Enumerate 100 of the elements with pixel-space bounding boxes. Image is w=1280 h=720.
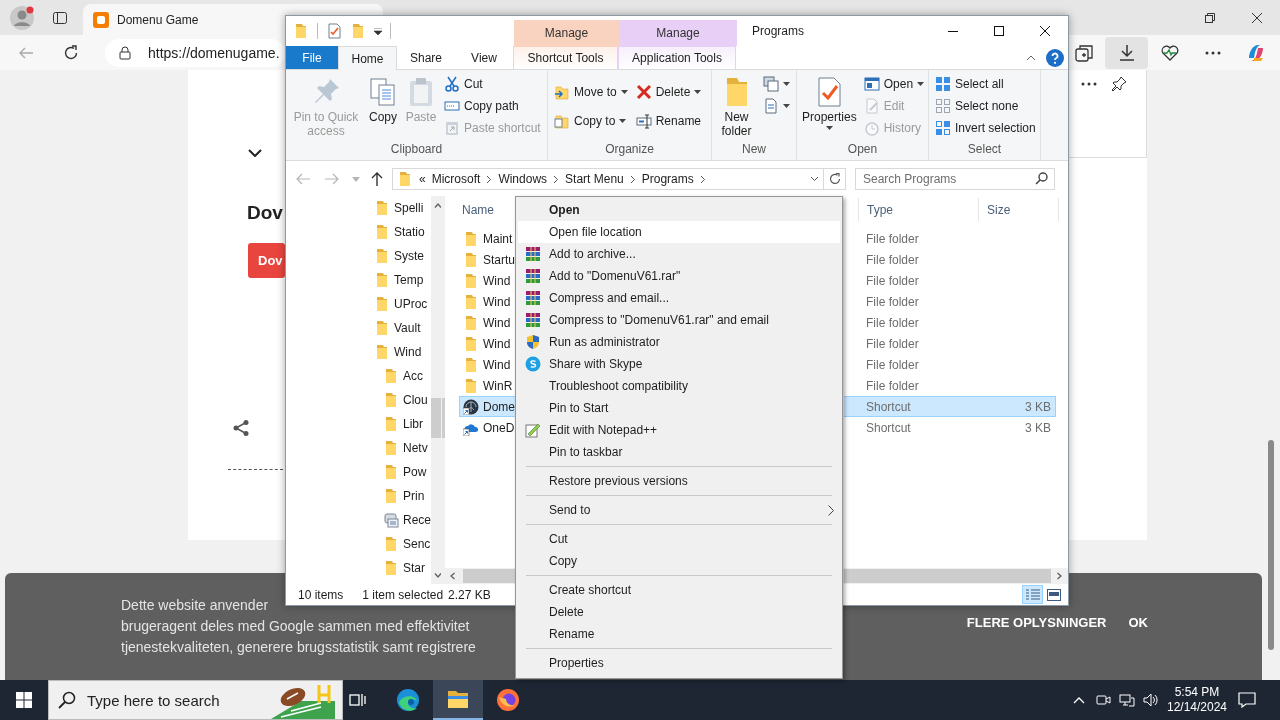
close-icon[interactable]	[1251, 12, 1262, 23]
move-to-button[interactable]: Move to	[551, 81, 631, 103]
profile-avatar-icon[interactable]	[8, 3, 36, 32]
menu-item[interactable]: Add to "DomenuV61.rar"	[518, 265, 840, 287]
menu-item[interactable]: Pin to Start	[518, 397, 840, 419]
chevron-down-icon[interactable]	[810, 176, 819, 182]
file-item[interactable]: Dome	[459, 396, 516, 417]
scrollbar-thumb[interactable]	[844, 569, 1051, 583]
collections-icon[interactable]	[1074, 43, 1093, 62]
open-button[interactable]: Open	[860, 73, 928, 95]
breadcrumb-item[interactable]: Windows	[498, 172, 548, 186]
refresh-icon[interactable]	[63, 44, 79, 61]
file-item[interactable]: Wind	[459, 312, 516, 333]
volume-icon[interactable]	[1143, 692, 1159, 708]
menu-item[interactable]: Create shortcut	[518, 579, 840, 601]
scrollbar-thumb[interactable]	[1268, 440, 1274, 650]
menu-item[interactable]: Open file location	[518, 221, 840, 243]
tree-item[interactable]: Clou	[383, 388, 431, 412]
file-details[interactable]: File folder	[844, 291, 1056, 312]
copy-to-button[interactable]: Copy to	[551, 110, 631, 132]
ribbon-tab[interactable]: View	[455, 46, 513, 69]
customize-toolbar-icon[interactable]	[374, 27, 382, 35]
network-icon[interactable]	[1119, 692, 1135, 708]
more-icon[interactable]	[1204, 50, 1221, 55]
file-item[interactable]: Wind	[459, 333, 516, 354]
properties-button[interactable]: Properties	[800, 73, 859, 130]
tree-item[interactable]: Acc	[383, 364, 431, 388]
file-item[interactable]: Wind	[459, 270, 516, 291]
share-icon[interactable]	[232, 419, 250, 437]
more-info-link[interactable]: FLERE OPLYSNINGER	[966, 615, 1107, 630]
tree-item[interactable]: Senc	[383, 532, 431, 556]
column-header[interactable]: Type	[867, 202, 893, 217]
tree-item[interactable]: Prin	[383, 484, 431, 508]
tree-item[interactable]: Temp	[374, 268, 431, 292]
menu-item[interactable]: Open	[518, 199, 840, 221]
scrollbar-thumb[interactable]	[463, 569, 516, 583]
task-view-icon[interactable]	[349, 692, 367, 708]
heart-pulse-icon[interactable]	[1160, 43, 1179, 62]
tab-actions-icon[interactable]	[52, 9, 68, 26]
tree-item[interactable]: Rece	[383, 508, 431, 532]
file-details[interactable]: File folder	[844, 249, 1056, 270]
select-all-button[interactable]: Select all	[932, 73, 1039, 95]
tree-item[interactable]: Syste	[374, 244, 431, 268]
tree-item[interactable]: UProc	[374, 292, 431, 316]
file-item[interactable]: Maint	[459, 228, 516, 249]
chevron-down-icon[interactable]	[248, 149, 262, 157]
rename-button[interactable]: Rename	[632, 110, 705, 132]
file-details[interactable]: File folder	[844, 375, 1056, 396]
tree-item[interactable]: Pow	[383, 460, 431, 484]
breadcrumb-item[interactable]: Start Menu	[565, 172, 624, 186]
more-icon[interactable]	[1081, 82, 1097, 86]
menu-item[interactable]: Run as administrator	[518, 331, 840, 353]
taskbar-app-button[interactable]	[433, 680, 483, 720]
collapse-ribbon-icon[interactable]	[1026, 54, 1036, 61]
file-details[interactable]: File folder	[844, 312, 1056, 333]
file-details[interactable]: File folder	[844, 228, 1056, 249]
file-details[interactable]: File folder	[844, 270, 1056, 291]
path-overflow-button[interactable]: «	[419, 172, 426, 186]
file-item[interactable]: OneD	[459, 417, 516, 438]
menu-item[interactable]: Share with Skype	[518, 353, 840, 375]
menu-item[interactable]: Properties	[518, 652, 840, 674]
fox-globe-icon[interactable]	[496, 688, 520, 712]
download-button[interactable]: Dov	[248, 243, 285, 278]
ribbon-tab[interactable]: Share	[397, 46, 455, 69]
tree-item[interactable]: Wind	[374, 340, 431, 364]
maximize-icon[interactable]	[994, 26, 1004, 36]
tree-item[interactable]: Spelli	[374, 196, 431, 220]
invert-selection-button[interactable]: Invert selection	[932, 117, 1039, 139]
search-field[interactable]: Search Programs	[855, 168, 1055, 190]
file-details[interactable]: File folder	[844, 354, 1056, 375]
menu-item[interactable]: Copy	[518, 550, 840, 572]
tree-item[interactable]: Libr	[383, 412, 431, 436]
menu-item[interactable]: Send to	[518, 499, 840, 521]
menu-item[interactable]: Edit with Notepad++	[518, 419, 840, 441]
column-header[interactable]: Name	[462, 202, 494, 217]
file-item[interactable]: WinR	[459, 375, 516, 396]
close-icon[interactable]	[1040, 26, 1050, 36]
column-header[interactable]: Size	[987, 202, 1011, 217]
tree-item[interactable]: Netv	[383, 436, 431, 460]
menu-item[interactable]: Delete	[518, 601, 840, 623]
copy-button[interactable]: Copy	[365, 73, 401, 124]
file-details[interactable]: Shortcut 3 KB	[844, 417, 1056, 438]
delete-button[interactable]: Delete	[632, 81, 705, 103]
clock[interactable]: 5:54 PM 12/14/2024	[1165, 685, 1229, 715]
tree-item[interactable]: Vault	[374, 316, 431, 340]
camera-icon[interactable]	[1095, 692, 1111, 708]
tree-item[interactable]: Statio	[374, 220, 431, 244]
cut-button[interactable]: Cut	[441, 73, 544, 95]
file-details[interactable]: File folder	[844, 333, 1056, 354]
menu-item[interactable]: Restore previous versions	[518, 470, 840, 492]
ok-link[interactable]: OK	[1128, 615, 1148, 630]
restore-icon[interactable]	[1204, 12, 1215, 23]
file-item[interactable]: Wind	[459, 354, 516, 375]
ribbon-tab[interactable]: Home	[338, 46, 397, 70]
file-details[interactable]: Shortcut 3 KB	[844, 396, 1056, 417]
chevron-up-icon[interactable]	[1073, 696, 1085, 704]
refresh-icon[interactable]	[828, 173, 841, 185]
notification-icon[interactable]	[1238, 692, 1256, 708]
file-item[interactable]: Wind	[459, 291, 516, 312]
new-folder-button[interactable]: New folder	[715, 73, 758, 138]
